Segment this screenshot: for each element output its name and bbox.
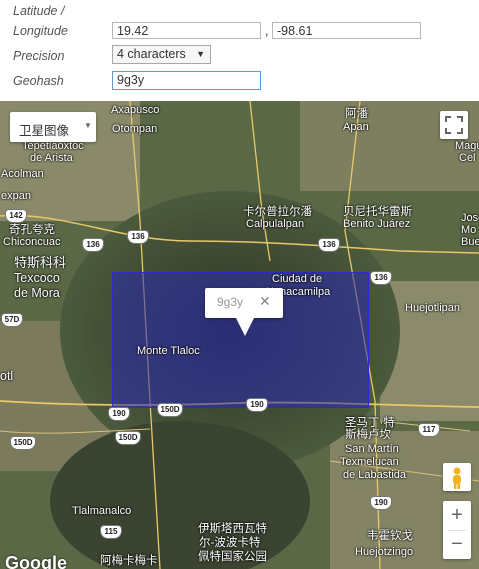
route-shield: 150D [10, 436, 36, 450]
place-label: Otompan [112, 123, 158, 135]
place-label: Calpulalpan [246, 218, 305, 230]
place-label: Cel [459, 152, 476, 164]
geohash-label: Geohash [13, 74, 64, 88]
place-label: Mo [461, 224, 477, 236]
route-shield: 115 [100, 525, 122, 539]
coordinate-separator: , [265, 24, 269, 38]
place-label: Tepetlaoxtoc [22, 140, 84, 152]
place-label: Texmelucan [340, 456, 399, 468]
place-label: 卡尔普拉尔潘 [243, 206, 312, 218]
fullscreen-icon [445, 116, 463, 134]
pegman-icon [453, 467, 461, 489]
place-label: 圣马丁·特 [345, 417, 395, 429]
precision-label: Precision [13, 49, 65, 63]
dropdown-arrow-icon: ▼ [196, 49, 205, 59]
place-label: Texcoco [14, 271, 60, 285]
place-label: 尔-波波卡特 [199, 537, 261, 549]
place-label: 特斯科科 [14, 255, 67, 270]
place-label: 阿潘 [345, 108, 368, 120]
close-icon[interactable]: ✕ [259, 293, 271, 310]
place-label: Magu [455, 140, 479, 152]
fullscreen-button[interactable] [440, 111, 468, 139]
route-shield: 117 [418, 423, 440, 437]
route-shield: 136 [82, 238, 104, 252]
zoom-out-button[interactable]: − [443, 531, 471, 559]
place-label: Axapusco [111, 104, 160, 116]
route-shield: 190 [246, 398, 268, 412]
route-shield: 150D [157, 403, 183, 417]
place-label: de Labastida [343, 469, 406, 481]
place-label: Huejotzingo [355, 546, 414, 558]
place-label: Monte Tlaloc [137, 345, 200, 357]
place-label: Bue [461, 236, 479, 248]
place-label: de Arista [30, 152, 73, 164]
place-label: expan [1, 190, 31, 202]
place-label: 贝尼托华雷斯 [343, 206, 412, 218]
longitude-input[interactable]: -98.61 [272, 22, 421, 39]
place-label: 斯梅卢坎 [345, 429, 391, 441]
place-label: Chiconcuac [3, 236, 61, 248]
place-label: 奇孔夸克 [9, 224, 55, 236]
precision-value: 4 characters [117, 47, 186, 61]
place-label: Benito Juárez [343, 218, 411, 230]
geohash-input[interactable]: 9g3y [112, 71, 261, 90]
place-label: de Mora [14, 286, 60, 300]
place-label: otl [0, 369, 14, 383]
place-label: 阿梅卡梅卡 [100, 555, 158, 567]
geohash-form: Latitude / Longitude 19.42 , -98.61 Prec… [0, 0, 479, 101]
place-label: San Martín [345, 443, 399, 455]
map-type-label: 卫星图像 [19, 124, 70, 138]
precision-select[interactable]: 4 characters ▼ [112, 45, 211, 64]
place-label: Jose [461, 212, 479, 224]
place-label: Tlalmanalco [72, 505, 132, 517]
route-shield: 142 [5, 209, 27, 223]
route-shield: 136 [370, 271, 392, 285]
geohash-infowindow: 9g3y ✕ [205, 288, 283, 336]
infowindow-geohash-text: 9g3y [217, 295, 244, 309]
place-label: Apan [343, 121, 369, 133]
route-shield: 57D [1, 313, 23, 327]
place-label: 韦霍钦戈 [367, 530, 413, 542]
route-shield: 136 [318, 238, 340, 252]
route-shield: 190 [108, 407, 130, 421]
route-shield: 150D [115, 431, 141, 445]
chevron-down-icon: ▼ [84, 121, 92, 130]
place-label: 佩特国家公园 [198, 551, 267, 563]
route-shield: 190 [370, 496, 392, 510]
place-label: Ciudad de [272, 273, 323, 285]
map-type-control[interactable]: 卫星图像 ▼ [10, 112, 96, 142]
zoom-control: + − [443, 501, 471, 559]
route-shield: 136 [127, 230, 149, 244]
street-view-pegman-button[interactable] [443, 463, 471, 491]
map-view[interactable]: Axapusco Otompan 阿潘 Apan Tepetlaoxtoc de… [0, 101, 479, 569]
latitude-label: Latitude / [13, 4, 65, 18]
place-label: 伊斯塔西瓦特 [198, 523, 267, 535]
google-logo: Google [5, 553, 67, 569]
place-label: Huejotlipan [405, 302, 461, 314]
place-label: Acolman [1, 168, 44, 180]
infowindow-pointer [236, 318, 254, 336]
latitude-input[interactable]: 19.42 [112, 22, 261, 39]
longitude-label: Longitude [13, 24, 68, 38]
zoom-in-button[interactable]: + [443, 501, 471, 529]
